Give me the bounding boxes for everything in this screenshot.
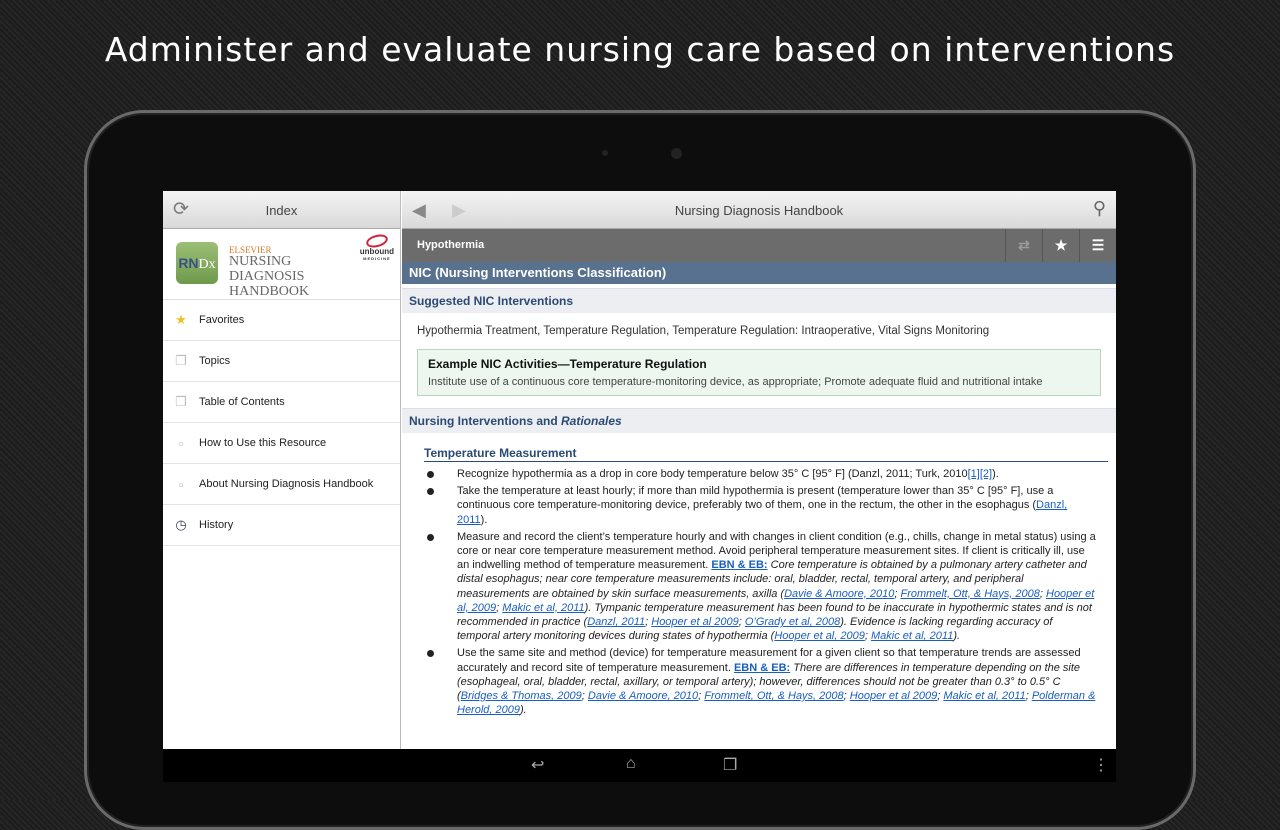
citation-link[interactable]: [1][2] (968, 468, 992, 480)
clock-icon: ◷ (175, 517, 187, 532)
index-item-label: History (199, 519, 234, 531)
topic-title: Hypothermia (417, 239, 485, 251)
pages-icon: ❐ (175, 394, 187, 409)
handbook-title: NURSING DIAGNOSIS HANDBOOK (229, 254, 310, 299)
citation-link[interactable]: Danzl, 2011 (587, 616, 645, 628)
star-icon: ★ (175, 312, 187, 327)
list-item: Use the same site and method (device) fo… (427, 646, 1096, 717)
index-item[interactable]: ★ Favorites (163, 300, 400, 341)
index-item-label: Favorites (199, 314, 245, 326)
index-item[interactable]: ▫ How to Use this Resource (163, 423, 400, 464)
list-item: Recognize hypothermia as a drop in core … (427, 467, 1096, 481)
pages-icon: ❐ (175, 353, 187, 368)
citation-link[interactable]: Hooper et al, 2009 (774, 630, 865, 642)
citation-link[interactable]: O’Grady et al, 2008 (745, 616, 840, 628)
citation-link[interactable]: Davie & Amoore, 2010 (588, 690, 698, 702)
intervention-list: Recognize hypothermia as a drop in core … (427, 467, 1096, 717)
index-panel: ⟳ Index RNDx ELSEVIER NURSING DIAGNOSIS … (163, 191, 401, 749)
citation-link[interactable]: Makic et al, 2011 (943, 690, 1025, 702)
index-item[interactable]: ◷ History (163, 505, 400, 546)
product-logo: RNDx ELSEVIER NURSING DIAGNOSIS HANDBOOK… (163, 229, 400, 300)
suggested-heading: Suggested NIC Interventions (402, 288, 1116, 313)
index-item[interactable]: ❐ Topics (163, 341, 400, 382)
citation-link[interactable]: Frommelt, Ott, & Hays, 2008 (901, 588, 1040, 600)
interventions-heading: Nursing Interventions and Rationales (402, 408, 1116, 433)
text-segment: ). (480, 513, 488, 526)
index-item[interactable]: ❐ Table of Contents (163, 382, 400, 423)
topic-bar: Hypothermia ⇄ ★ ☰ (402, 229, 1116, 262)
example-box: Example NIC Activities—Temperature Regul… (417, 349, 1101, 396)
citation-link[interactable]: Bridges & Thomas, 2009 (461, 690, 582, 702)
overflow-menu-icon[interactable]: ⋮ (1093, 755, 1109, 775)
index-item[interactable]: ▫ About Nursing Diagnosis Handbook (163, 464, 400, 505)
citation-link[interactable]: Davie & Amoore, 2010 (784, 588, 894, 600)
text-segment: Recognize hypothermia as a drop in core … (457, 468, 968, 480)
swap-icon[interactable]: ⇄ (1005, 229, 1042, 262)
citation-link[interactable]: Makic et al, 2011 (502, 602, 584, 614)
promo-title: Administer and evaluate nursing care bas… (104, 30, 1176, 69)
index-item-label: Topics (199, 355, 231, 367)
page-icon: ▫ (178, 476, 184, 492)
camera (671, 148, 682, 159)
text-segment: ). (953, 630, 961, 643)
section-title: NIC (Nursing Interventions Classificatio… (402, 262, 1116, 284)
sensor (602, 150, 608, 156)
content-panel: ◀ ▶ Nursing Diagnosis Handbook ⚲ Hypothe… (402, 191, 1116, 749)
app-screen: ⟳ Index RNDx ELSEVIER NURSING DIAGNOSIS … (163, 191, 1116, 782)
recents-nav-icon[interactable]: ❐ (723, 755, 737, 775)
subheading: Temperature Measurement (424, 446, 1108, 462)
example-heading: Example NIC Activities—Temperature Regul… (428, 357, 707, 371)
list-item: Take the temperature at least hourly; if… (427, 484, 1096, 527)
index-item-label: How to Use this Resource (199, 437, 327, 449)
system-nav-bar: ↩ ⌂ ❐ ⋮ (163, 749, 1116, 782)
rndx-logo: RNDx (176, 242, 218, 284)
citation-link[interactable]: Hooper et al 2009 (651, 616, 738, 628)
example-text: Institute use of a continuous core tempe… (428, 376, 1043, 388)
back-nav-icon[interactable]: ↩ (531, 755, 544, 775)
citation-link[interactable]: Hooper et al 2009 (850, 690, 937, 702)
citation-link[interactable]: EBN & EB: (711, 559, 767, 571)
book-title: Nursing Diagnosis Handbook (674, 203, 844, 218)
citation-link[interactable]: EBN & EB: (734, 662, 790, 674)
index-header: ⟳ Index (163, 191, 400, 229)
index-title: Index (265, 203, 298, 218)
page-icon: ▫ (178, 435, 184, 451)
text-segment: ). (992, 468, 999, 480)
text-segment: ). (520, 704, 527, 717)
citation-link[interactable]: Makic et al, 2011 (871, 630, 953, 642)
text-segment: Take the temperature at least hourly; if… (457, 485, 1054, 512)
index-item-label: Table of Contents (199, 396, 285, 408)
suggested-text: Hypothermia Treatment, Temperature Regul… (417, 325, 990, 337)
home-nav-icon[interactable]: ⌂ (626, 755, 636, 773)
content-header: ◀ ▶ Nursing Diagnosis Handbook ⚲ (402, 191, 1116, 229)
list-item: Measure and record the client’s temperat… (427, 530, 1096, 644)
sort-menu-icon[interactable]: ☰ (1079, 229, 1116, 262)
unbound-logo: unbound MEDICINE (360, 232, 394, 261)
search-icon[interactable]: ⚲ (1093, 198, 1106, 219)
citation-link[interactable]: Frommelt, Ott, & Hays, 2008 (704, 690, 843, 702)
favorite-star-icon[interactable]: ★ (1042, 229, 1079, 262)
index-item-label: About Nursing Diagnosis Handbook (199, 478, 374, 490)
